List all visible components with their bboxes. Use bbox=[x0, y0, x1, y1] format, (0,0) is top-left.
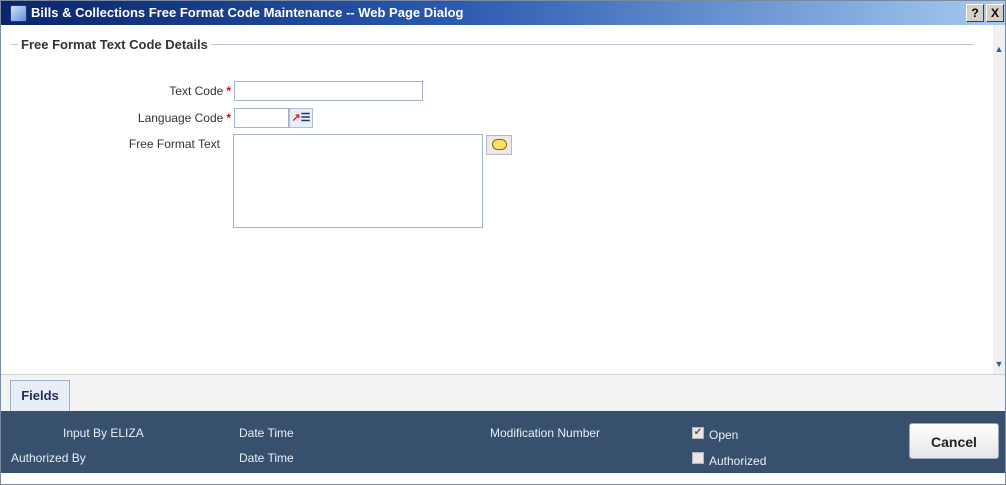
tab-strip: Fields bbox=[1, 374, 1005, 412]
language-code-lov-button[interactable]: ↗☰ bbox=[289, 108, 313, 128]
scroll-up-arrow-icon[interactable]: ▲ bbox=[994, 43, 1004, 55]
status-strip bbox=[1, 473, 1005, 484]
form-content-area bbox=[1, 25, 993, 374]
audit-footer: Input By ELIZA Authorized By Date Time D… bbox=[1, 411, 1005, 473]
required-marker: * bbox=[226, 84, 231, 98]
open-checkbox[interactable]: ✔ bbox=[692, 427, 704, 439]
required-marker: * bbox=[226, 111, 231, 125]
authorized-checkbox[interactable] bbox=[692, 452, 704, 464]
arrow-icon: ↗ bbox=[291, 112, 301, 124]
edit-text-button[interactable] bbox=[486, 135, 512, 155]
close-button[interactable]: X bbox=[986, 4, 1004, 22]
authorized-label: Authorized bbox=[709, 454, 767, 468]
cancel-button[interactable]: Cancel bbox=[909, 423, 999, 459]
free-format-text-label: Free Format Text bbox=[128, 137, 220, 151]
list-icon: ☰ bbox=[300, 112, 311, 124]
language-code-label: Language Code * bbox=[137, 111, 231, 125]
input-by-text: Input By ELIZA bbox=[63, 426, 144, 440]
open-label: Open bbox=[709, 428, 739, 442]
date-time-label: Date Time bbox=[239, 426, 294, 440]
section-title: Free Format Text Code Details bbox=[18, 37, 211, 52]
scroll-down-arrow-icon[interactable]: ▼ bbox=[994, 358, 1004, 370]
modification-number-label: Modification Number bbox=[490, 426, 601, 440]
tab-fields[interactable]: Fields bbox=[10, 380, 70, 412]
language-code-input[interactable] bbox=[234, 108, 289, 128]
dialog-window: Bills & Collections Free Format Code Mai… bbox=[0, 0, 1006, 485]
vertical-scrollbar[interactable]: ▲ ▼ bbox=[993, 25, 1005, 374]
date-time-label: Date Time bbox=[239, 451, 294, 465]
authorized-by-text: Authorized By bbox=[11, 451, 86, 465]
title-bar[interactable]: Bills & Collections Free Format Code Mai… bbox=[1, 1, 1005, 25]
ie-page-icon bbox=[10, 5, 27, 22]
text-code-input[interactable] bbox=[234, 81, 423, 101]
window-title: Bills & Collections Free Format Code Mai… bbox=[31, 5, 464, 20]
speech-bubble-icon bbox=[491, 139, 507, 151]
text-code-label: Text Code * bbox=[169, 84, 231, 98]
free-format-text-area[interactable] bbox=[233, 134, 483, 228]
help-button[interactable]: ? bbox=[966, 4, 984, 22]
